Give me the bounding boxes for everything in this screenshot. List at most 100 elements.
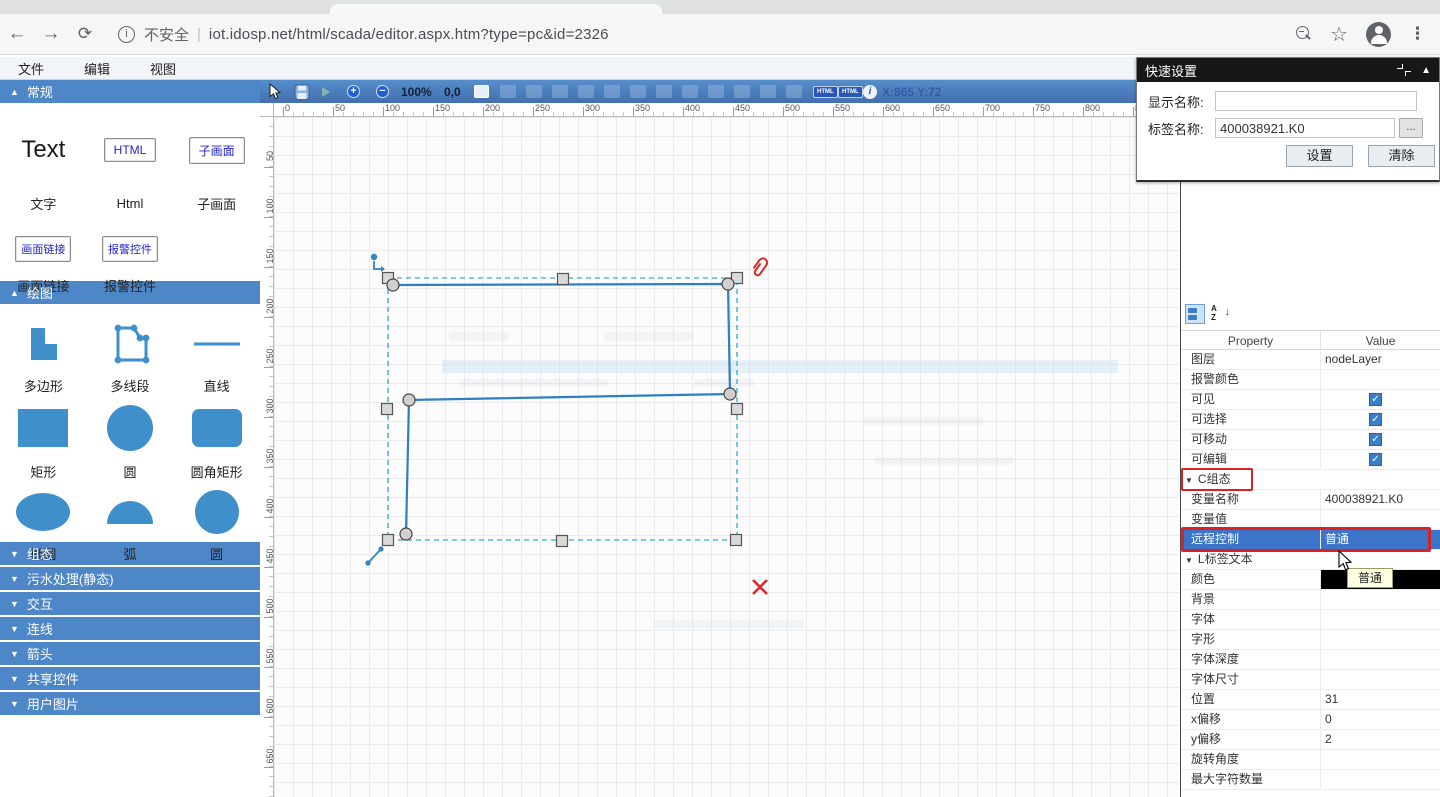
- alignment-tool-icon[interactable]: [682, 85, 698, 98]
- property-value[interactable]: [1321, 370, 1440, 389]
- tool-alarm-control[interactable]: 报警控件: [87, 223, 174, 275]
- browser-menu-icon[interactable]: ⋮: [1409, 24, 1426, 44]
- alignment-tool-icon[interactable]: [734, 85, 750, 98]
- shape-rect[interactable]: [0, 400, 87, 456]
- property-row-字体尺寸[interactable]: 字体尺寸: [1181, 670, 1440, 690]
- tool-html[interactable]: HTML: [87, 117, 174, 183]
- html-export-tool[interactable]: HTML: [813, 80, 838, 103]
- reload-button[interactable]: ⟳: [68, 24, 102, 44]
- quick-settings-titlebar[interactable]: 快速设置 ▲: [1137, 58, 1439, 82]
- property-value[interactable]: [1321, 510, 1440, 529]
- categorized-view-button[interactable]: [1185, 304, 1205, 324]
- property-value[interactable]: [1321, 670, 1440, 689]
- drawing-grid[interactable]: [274, 117, 1180, 797]
- shape-polygon[interactable]: [0, 318, 87, 370]
- vertex-handles[interactable]: [387, 278, 736, 540]
- property-row-远程控制[interactable]: 远程控制普通: [1181, 530, 1440, 550]
- profile-avatar[interactable]: [1366, 22, 1391, 47]
- display-name-input[interactable]: [1215, 91, 1417, 111]
- html-preview-tool[interactable]: HTML: [838, 80, 863, 103]
- shape-line[interactable]: [173, 318, 260, 370]
- property-row-变量名称[interactable]: 变量名称400038921.K0: [1181, 490, 1440, 510]
- shape-arc[interactable]: [87, 486, 174, 538]
- property-row-最大字符数量[interactable]: 最大字符数量: [1181, 770, 1440, 790]
- line-tool-adornment-icon[interactable]: [365, 546, 383, 565]
- property-row-可选择[interactable]: 可选择✓: [1181, 410, 1440, 430]
- checkbox-checked-icon[interactable]: ✓: [1369, 433, 1382, 446]
- alignment-tool-icon[interactable]: [500, 85, 516, 98]
- property-row-字形[interactable]: 字形: [1181, 630, 1440, 650]
- alignment-tool-icon[interactable]: [578, 85, 594, 98]
- alignment-tool-icon[interactable]: [760, 85, 776, 98]
- back-button[interactable]: ←: [0, 23, 34, 45]
- tag-browse-button[interactable]: ...: [1399, 118, 1423, 138]
- property-value[interactable]: 400038921.K0: [1321, 490, 1440, 509]
- alignment-tool-icon[interactable]: [552, 85, 568, 98]
- delete-x-icon[interactable]: [753, 580, 767, 594]
- collapse-panel-icon[interactable]: ▲: [1421, 65, 1431, 76]
- property-value[interactable]: ✓: [1321, 410, 1440, 429]
- edit-vertices-icon[interactable]: [371, 254, 385, 272]
- zoom-in-tool[interactable]: +: [347, 80, 360, 103]
- tag-name-input[interactable]: [1215, 118, 1395, 138]
- property-row-报警颜色[interactable]: 报警颜色: [1181, 370, 1440, 390]
- shape-circle-2[interactable]: [173, 486, 260, 538]
- address-bar[interactable]: i 不安全 | iot.idosp.net/html/scada/editor.…: [118, 24, 1296, 45]
- select-cursor-tool[interactable]: [268, 80, 283, 103]
- sidebar-section-箭头[interactable]: ▼箭头: [0, 642, 260, 665]
- resize-handles[interactable]: [382, 273, 743, 547]
- menu-edit[interactable]: 编辑: [84, 59, 110, 78]
- property-row-C组态[interactable]: ▼C组态: [1181, 470, 1440, 490]
- shape-rounded-rect[interactable]: [173, 400, 260, 456]
- property-row-字体深度[interactable]: 字体深度: [1181, 650, 1440, 670]
- bookmark-star-icon[interactable]: ☆: [1330, 22, 1348, 47]
- alignment-tool-icon[interactable]: [786, 85, 802, 98]
- property-row-字体[interactable]: 字体: [1181, 610, 1440, 630]
- property-row-可编辑[interactable]: 可编辑✓: [1181, 450, 1440, 470]
- page-settings-tool[interactable]: [474, 80, 489, 103]
- property-row-y偏移[interactable]: y偏移2: [1181, 730, 1440, 750]
- property-row-颜色[interactable]: 颜色: [1181, 570, 1440, 590]
- property-row-可移动[interactable]: 可移动✓: [1181, 430, 1440, 450]
- alignment-tool-icon[interactable]: [630, 85, 646, 98]
- polyline-shape[interactable]: [393, 284, 730, 534]
- dock-panel-icon[interactable]: [1397, 64, 1411, 76]
- checkbox-checked-icon[interactable]: ✓: [1369, 393, 1382, 406]
- shape-polyline[interactable]: [87, 318, 174, 370]
- property-row-变量值[interactable]: 变量值: [1181, 510, 1440, 530]
- zoom-out-tool[interactable]: −: [376, 80, 389, 103]
- sidebar-section-交互[interactable]: ▼交互: [0, 592, 260, 615]
- attachment-paperclip-icon[interactable]: [751, 257, 768, 277]
- property-value[interactable]: [1321, 610, 1440, 629]
- shape-circle[interactable]: [87, 400, 174, 456]
- page-info-icon[interactable]: i: [118, 26, 135, 43]
- property-value[interactable]: 2: [1321, 730, 1440, 749]
- save-tool[interactable]: [294, 80, 310, 103]
- sort-az-button[interactable]: AZ↓: [1209, 304, 1231, 324]
- property-value[interactable]: 0: [1321, 710, 1440, 729]
- sidebar-section-用户图片[interactable]: ▼用户图片: [0, 692, 260, 715]
- run-tool[interactable]: [322, 80, 330, 103]
- alignment-tool-icon[interactable]: [526, 85, 542, 98]
- menu-view[interactable]: 视图: [150, 59, 176, 78]
- info-tool[interactable]: i: [863, 80, 877, 103]
- property-row-x偏移[interactable]: x偏移0: [1181, 710, 1440, 730]
- alignment-tool-icon[interactable]: [656, 85, 672, 98]
- property-value[interactable]: ✓: [1321, 430, 1440, 449]
- group-collapse-icon[interactable]: ▼: [1185, 556, 1193, 565]
- sidebar-section-污水处理(静态)[interactable]: ▼污水处理(静态): [0, 567, 260, 590]
- property-value[interactable]: nodeLayer: [1321, 350, 1440, 369]
- checkbox-checked-icon[interactable]: ✓: [1369, 413, 1382, 426]
- property-value[interactable]: 31: [1321, 690, 1440, 709]
- tool-text[interactable]: Text: [0, 117, 87, 183]
- zoom-out-page-icon[interactable]: [1296, 26, 1312, 42]
- property-value[interactable]: 普通: [1321, 530, 1440, 549]
- property-value[interactable]: [1321, 650, 1440, 669]
- forward-button[interactable]: →: [34, 23, 68, 45]
- tool-screen-link[interactable]: 画面链接: [0, 223, 87, 275]
- property-row-背景[interactable]: 背景: [1181, 590, 1440, 610]
- property-row-图层[interactable]: 图层nodeLayer: [1181, 350, 1440, 370]
- property-row-位置[interactable]: 位置31: [1181, 690, 1440, 710]
- sidebar-section-连线[interactable]: ▼连线: [0, 617, 260, 640]
- url-text[interactable]: iot.idosp.net/html/scada/editor.aspx.htm…: [209, 26, 609, 43]
